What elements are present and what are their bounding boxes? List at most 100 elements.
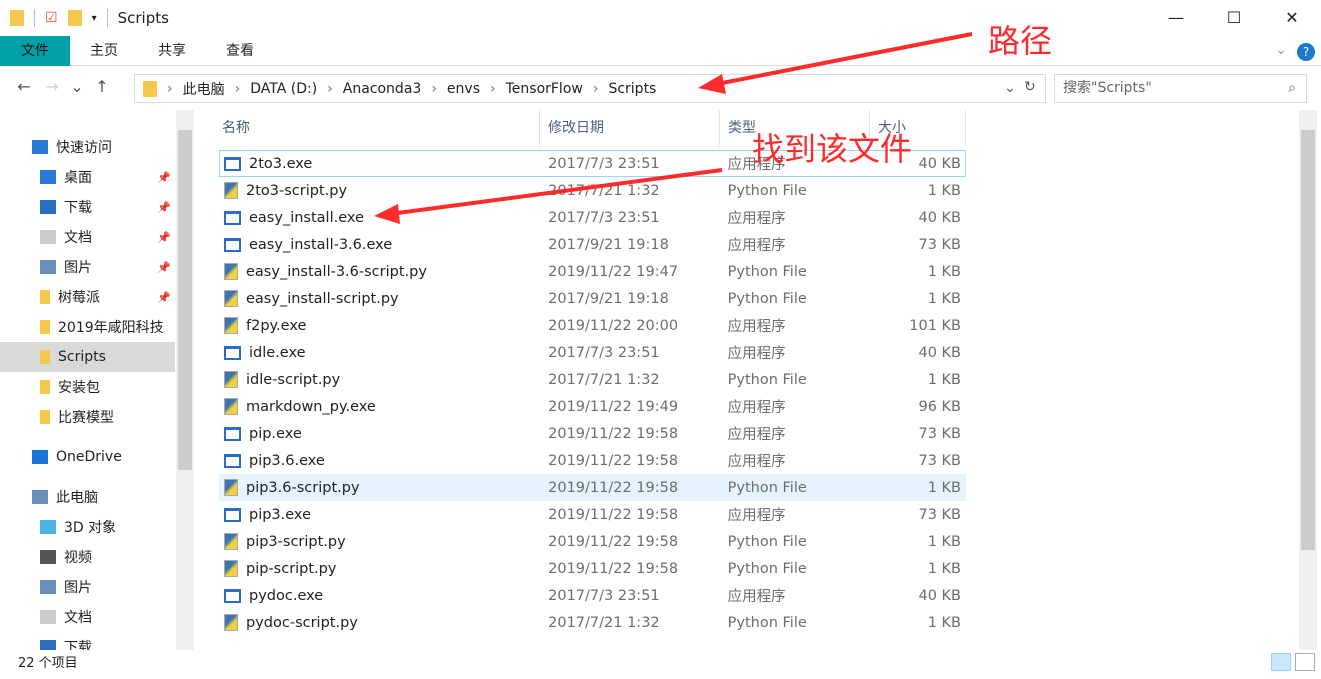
- application-icon: [224, 210, 241, 225]
- tab-home[interactable]: 主页: [70, 36, 138, 66]
- file-row[interactable]: pydoc-script.py 2017/7/21 1:32 Python File…: [219, 609, 966, 636]
- pin-icon[interactable]: 📌: [157, 261, 171, 274]
- close-button[interactable]: ✕: [1263, 0, 1321, 34]
- customize-toolbar-icon[interactable]: ▾: [92, 13, 97, 24]
- file-row[interactable]: f2py.exe 2019/11/22 20:00 应用程序 101 KB: [219, 312, 966, 339]
- pictures-icon: [40, 260, 56, 274]
- breadcrumb-item[interactable]: TensorFlow: [506, 81, 583, 97]
- refresh-button[interactable]: ↻: [1024, 79, 1036, 95]
- sidebar-item[interactable]: 快速访问: [0, 132, 175, 162]
- address-bar[interactable]: › 此电脑 › DATA (D:) › Anaconda3 › envs › TensorFlow…: [134, 74, 1046, 103]
- large-icons-view-button[interactable]: [1295, 653, 1315, 671]
- application-icon: [224, 588, 241, 603]
- breadcrumb-item[interactable]: Anaconda3: [343, 81, 422, 97]
- minimize-button[interactable]: —: [1147, 0, 1205, 34]
- breadcrumb-chevron-icon[interactable]: ›: [235, 81, 241, 97]
- file-name: pip3-script.py: [246, 533, 346, 550]
- pin-icon[interactable]: 📌: [157, 231, 171, 244]
- pin-icon[interactable]: 📌: [157, 291, 171, 304]
- sidebar-item[interactable]: Scripts: [0, 342, 175, 372]
- breadcrumb-chevron-icon[interactable]: ›: [431, 81, 437, 97]
- sidebar-scrollbar[interactable]: [176, 110, 194, 650]
- file-size: 73 KB: [918, 236, 962, 253]
- breadcrumb-chevron-icon[interactable]: ›: [327, 81, 333, 97]
- breadcrumb-item[interactable]: 此电脑: [183, 79, 225, 99]
- breadcrumb-item[interactable]: Scripts: [608, 81, 656, 97]
- new-folder-icon[interactable]: [67, 10, 82, 26]
- forward-button[interactable]: →: [38, 77, 66, 96]
- sidebar-item[interactable]: 2019年咸阳科技: [0, 312, 175, 342]
- file-size: 1 KB: [927, 533, 962, 550]
- file-size: 1 KB: [927, 290, 962, 307]
- title-bar: ☑ ▾ Scripts: [0, 0, 1321, 36]
- file-row[interactable]: 2to3-script.py 2017/7/21 1:32 Python File 1…: [219, 177, 966, 204]
- back-button[interactable]: ←: [10, 77, 38, 96]
- sidebar-item[interactable]: 安装包: [0, 372, 175, 402]
- recent-locations-button[interactable]: ⌄: [66, 77, 88, 96]
- file-row[interactable]: pip3-script.py 2019/11/22 19:58 Python Fil…: [219, 528, 966, 555]
- breadcrumb-chevron-icon[interactable]: ›: [593, 81, 599, 97]
- file-row[interactable]: easy_install-script.py 2017/9/21 19:18 Pyt…: [219, 285, 966, 312]
- file-type: 应用程序: [727, 454, 786, 470]
- column-header-name[interactable]: 名称: [214, 110, 540, 146]
- sidebar-item[interactable]: 图片 📌: [0, 252, 175, 282]
- sidebar-item[interactable]: 比赛模型: [0, 402, 175, 432]
- sidebar-item[interactable]: 下载 📌: [0, 192, 175, 222]
- breadcrumb-item[interactable]: DATA (D:): [250, 81, 317, 97]
- sidebar-item[interactable]: OneDrive: [0, 442, 175, 472]
- sidebar-item[interactable]: 文档: [0, 602, 175, 632]
- details-view-button[interactable]: [1271, 653, 1291, 671]
- file-row[interactable]: easy_install-3.6.exe 2017/9/21 19:18 应用程序 7…: [219, 231, 966, 258]
- up-button[interactable]: ↑: [88, 77, 116, 96]
- scrollbar-thumb[interactable]: [178, 130, 192, 470]
- breadcrumb-chevron-icon[interactable]: ›: [167, 81, 173, 97]
- file-list-scrollbar[interactable]: [1299, 110, 1317, 650]
- properties-icon[interactable]: ☑: [45, 10, 58, 26]
- expand-ribbon-icon[interactable]: ⌄: [1275, 42, 1287, 58]
- address-dropdown-button[interactable]: ⌄: [1004, 80, 1016, 96]
- maximize-button[interactable]: ☐: [1205, 0, 1263, 34]
- search-input[interactable]: 搜索"Scripts" ⌕: [1054, 74, 1307, 103]
- sidebar-item[interactable]: 下载: [0, 632, 175, 650]
- breadcrumb-item[interactable]: envs: [447, 81, 480, 97]
- file-row[interactable]: easy_install.exe 2017/7/3 23:51 应用程序 40 KB: [219, 204, 966, 231]
- file-row[interactable]: easy_install-3.6-script.py 2019/11/22 19:…: [219, 258, 966, 285]
- file-row[interactable]: pip.exe 2019/11/22 19:58 应用程序 73 KB: [219, 420, 966, 447]
- sidebar-item-label: 桌面: [64, 170, 92, 186]
- file-row[interactable]: markdown_py.exe 2019/11/22 19:49 应用程序 96 KB: [219, 393, 966, 420]
- document-icon: [40, 230, 56, 244]
- sidebar-item[interactable]: 桌面 📌: [0, 162, 175, 192]
- file-row[interactable]: idle-script.py 2017/7/21 1:32 Python File 1…: [219, 366, 966, 393]
- pin-icon[interactable]: 📌: [157, 171, 171, 184]
- file-row[interactable]: pip3.exe 2019/11/22 19:58 应用程序 73 KB: [219, 501, 966, 528]
- pin-icon[interactable]: 📌: [157, 201, 171, 214]
- divider: [34, 9, 35, 27]
- sidebar-item[interactable]: 图片: [0, 572, 175, 602]
- sidebar-item[interactable]: 此电脑: [0, 482, 175, 512]
- sidebar-item[interactable]: 文档 📌: [0, 222, 175, 252]
- file-size: 101 KB: [909, 317, 962, 334]
- tab-view[interactable]: 查看: [206, 36, 274, 66]
- file-type: 应用程序: [727, 211, 786, 227]
- sidebar-item[interactable]: 树莓派 📌: [0, 282, 175, 312]
- file-row[interactable]: pydoc.exe 2017/7/3 23:51 应用程序 40 KB: [219, 582, 966, 609]
- tab-file[interactable]: 文件: [0, 35, 70, 66]
- file-name: f2py.exe: [246, 317, 307, 334]
- sidebar-item-label: 2019年咸阳科技: [58, 320, 164, 336]
- file-date: 2019/11/22 19:58: [548, 506, 679, 523]
- scrollbar-thumb[interactable]: [1301, 130, 1315, 550]
- python-file-icon: [224, 560, 238, 577]
- file-row[interactable]: pip-script.py 2019/11/22 19:58 Python File…: [219, 555, 966, 582]
- file-row[interactable]: idle.exe 2017/7/3 23:51 应用程序 40 KB: [219, 339, 966, 366]
- help-icon[interactable]: ?: [1297, 43, 1315, 61]
- file-row[interactable]: pip3.6.exe 2019/11/22 19:58 应用程序 73 KB: [219, 447, 966, 474]
- tab-share[interactable]: 共享: [138, 36, 206, 66]
- sidebar-item[interactable]: 3D 对象: [0, 512, 175, 542]
- folder-icon: [40, 320, 50, 334]
- sidebar-item[interactable]: 视频: [0, 542, 175, 572]
- breadcrumb-chevron-icon[interactable]: ›: [490, 81, 496, 97]
- column-header-date[interactable]: 修改日期: [540, 110, 720, 146]
- file-row[interactable]: pip3.6-script.py 2019/11/22 19:58 Python F…: [219, 474, 966, 501]
- file-name-cell: easy_install-3.6.exe: [220, 237, 540, 253]
- file-name-cell: easy_install.exe: [220, 210, 540, 226]
